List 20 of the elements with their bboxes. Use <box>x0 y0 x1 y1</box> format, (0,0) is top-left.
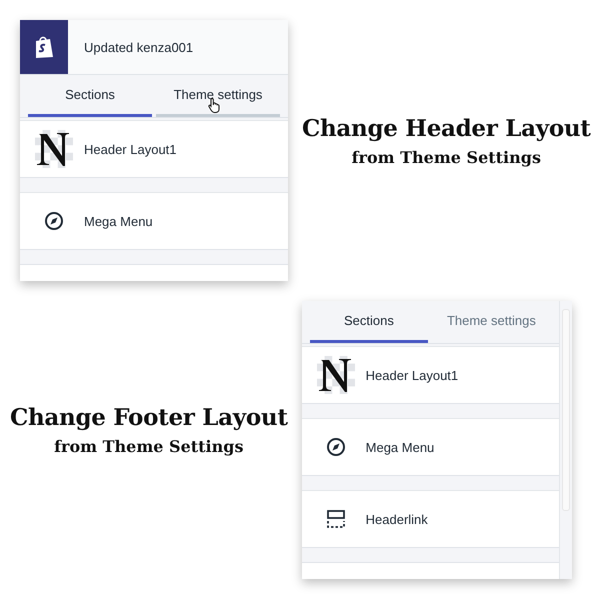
letter-logo-icon <box>35 130 73 168</box>
caption-title: Change Header Layout <box>302 114 591 142</box>
shopping-bag-icon <box>33 35 55 59</box>
caption-subtitle: from Theme Settings <box>54 437 244 456</box>
section-item[interactable]: Header Layout1 <box>302 346 559 404</box>
compass-icon <box>44 211 64 231</box>
tab[interactable]: Theme settings <box>432 301 551 343</box>
caption-subtitle: from Theme Settings <box>352 148 541 166</box>
letter-logo-icon <box>316 356 355 394</box>
caption-title: Change Footer Layout <box>10 404 288 431</box>
section-item[interactable]: Mega Menu <box>20 192 288 250</box>
tab[interactable]: Theme settings <box>156 75 280 117</box>
compass-icon <box>326 437 346 457</box>
tab[interactable]: Sections <box>28 75 152 117</box>
section-item[interactable]: Mega Menu <box>302 418 559 476</box>
store-name: Updated kenza001 <box>84 40 194 54</box>
header-block-icon <box>326 509 346 529</box>
section-item[interactable]: Header Layout1 <box>20 120 288 178</box>
section-item[interactable]: Headerlink <box>302 490 559 548</box>
tab[interactable]: Sections <box>310 301 428 343</box>
